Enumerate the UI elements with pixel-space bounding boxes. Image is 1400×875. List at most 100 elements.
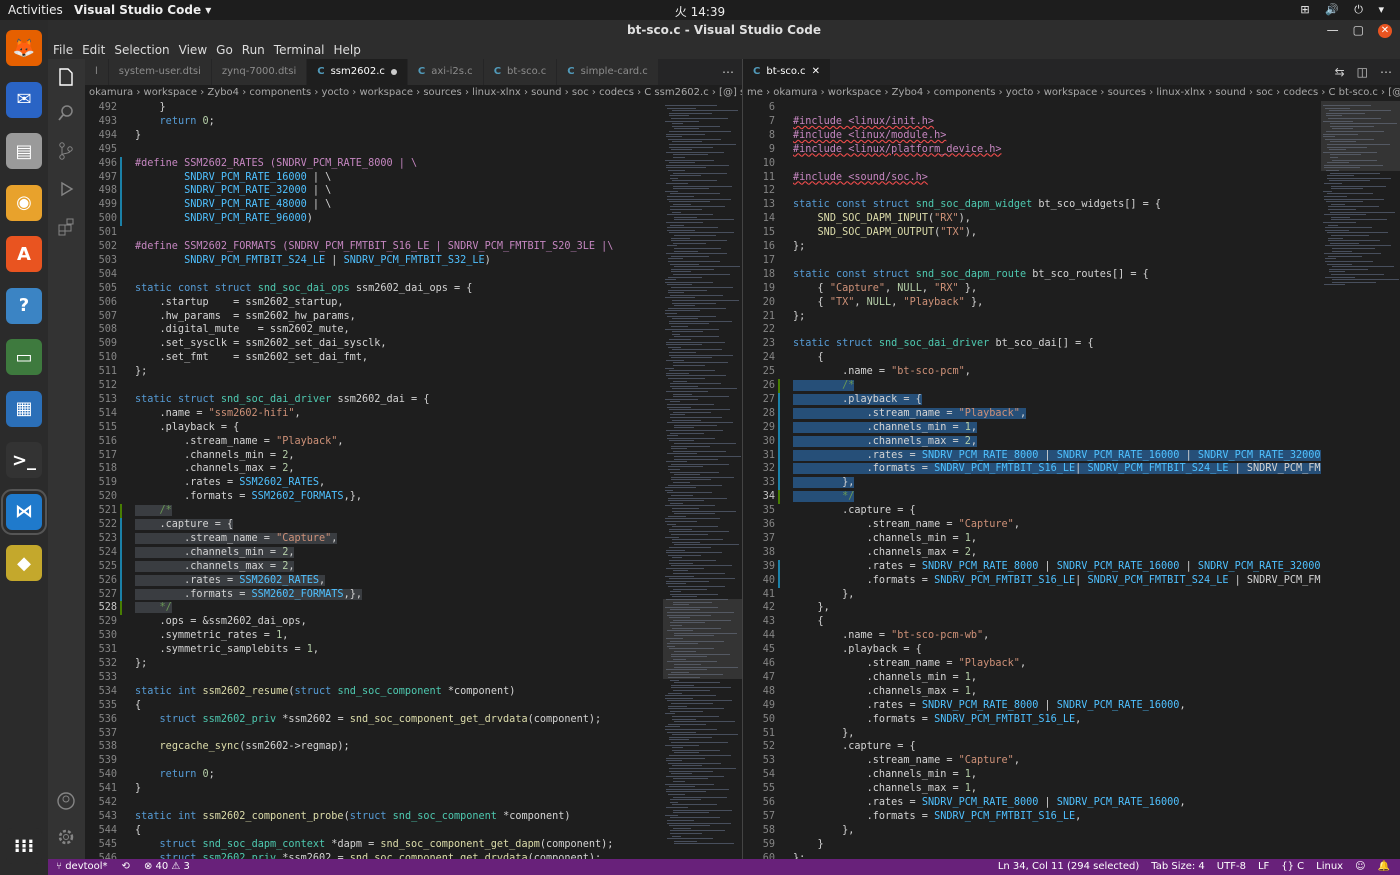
code-line[interactable]: 19 { "Capture", NULL, "RX" }, <box>743 282 1321 296</box>
code-line[interactable]: 517 .channels_min = 2, <box>85 449 663 463</box>
vivado-icon[interactable]: ◆ <box>6 545 42 581</box>
code-line[interactable]: 521 /* <box>85 504 663 519</box>
thunderbird-icon[interactable]: ✉ <box>6 81 42 118</box>
code-line[interactable]: 535 { <box>85 699 663 713</box>
code-line[interactable]: 500 SNDRV_PCM_RATE_96000) <box>85 212 663 227</box>
code-line[interactable]: 512 <box>85 379 663 393</box>
code-line[interactable]: 520 .formats = SSM2602_FORMATS,}, <box>85 490 663 504</box>
code-line[interactable]: 492 } <box>85 101 663 115</box>
code-line[interactable]: 538 regcache_sync(ssm2602->regmap); <box>85 740 663 754</box>
code-line[interactable]: 12 <box>743 184 1321 198</box>
code-editor-left[interactable]: 492 } 493 return 0; 494} 495 496 #define SSM2… <box>85 101 663 859</box>
code-line[interactable]: 534 static int ssm2602_resume(struct snd_… <box>85 685 663 699</box>
code-line[interactable]: 526 .rates = SSM2602_RATES, <box>85 573 663 588</box>
code-line[interactable]: 498 SNDRV_PCM_RATE_32000 | \ <box>85 184 663 199</box>
code-line[interactable]: 22 <box>743 323 1321 337</box>
code-line[interactable]: 53 .stream_name = "Capture", <box>743 754 1321 768</box>
system-tray[interactable]: ⊞ 🔊 ⏻ ▾ <box>1300 3 1390 17</box>
breadcrumb[interactable]: me › okamura › workspace › Zybo4 › compo… <box>743 85 1400 101</box>
code-line[interactable]: 7 #include <linux/init.h> <box>743 115 1321 129</box>
menu-selection[interactable]: Selection <box>114 43 169 57</box>
code-line[interactable]: 509 .set_sysclk = ssm2602_set_dai_sysclk… <box>85 337 663 351</box>
explorer-icon[interactable] <box>54 65 78 89</box>
extensions-icon[interactable] <box>54 215 78 239</box>
code-line[interactable]: 39 .rates = SNDRV_PCM_RATE_8000 | SNDRV_… <box>743 559 1321 574</box>
code-line[interactable]: 42 }, <box>743 601 1321 615</box>
tab-bt-sco-c[interactable]: Cbt-sco.c <box>483 59 558 85</box>
tab-bt-sco-c[interactable]: Cbt-sco.c ✕ <box>743 59 831 85</box>
code-line[interactable]: 508 .digital_mute = ssm2602_mute, <box>85 323 663 337</box>
code-line[interactable]: 60}; <box>743 852 1321 859</box>
code-line[interactable]: 523 .stream_name = "Capture", <box>85 531 663 546</box>
code-line[interactable]: 503 SNDRV_PCM_FMTBIT_S24_LE | SNDRV_PCM_… <box>85 254 663 268</box>
menu-terminal[interactable]: Terminal <box>274 43 325 57</box>
tab-l[interactable]: l <box>85 59 109 85</box>
code-line[interactable]: 525 .channels_max = 2, <box>85 559 663 574</box>
problems-indicator[interactable]: ⊗ 40 ⚠ 3 <box>144 859 190 875</box>
code-line[interactable]: 16}; <box>743 240 1321 254</box>
code-line[interactable]: 543 static int ssm2602_component_probe(st… <box>85 810 663 824</box>
code-line[interactable]: 35 .capture = { <box>743 504 1321 518</box>
menu-edit[interactable]: Edit <box>82 43 105 57</box>
serial-port-icon[interactable]: ▭ <box>6 339 42 375</box>
cursor-position[interactable]: Ln 34, Col 11 (294 selected) <box>998 859 1139 875</box>
code-line[interactable]: 506 .startup = ssm2602_startup, <box>85 296 663 310</box>
vscode-icon[interactable]: ⋈ <box>1 488 47 535</box>
menu-file[interactable]: File <box>53 43 73 57</box>
code-line[interactable]: 56 .rates = SNDRV_PCM_RATE_8000 | SNDRV_… <box>743 796 1321 810</box>
code-line[interactable]: 497 SNDRV_PCM_RATE_16000 | \ <box>85 170 663 185</box>
code-line[interactable]: 59 } <box>743 838 1321 852</box>
code-line[interactable]: 37 .channels_min = 1, <box>743 532 1321 546</box>
language-mode[interactable]: {} C <box>1281 859 1304 875</box>
code-line[interactable]: 44 .name = "bt-sco-pcm-wb", <box>743 629 1321 643</box>
code-line[interactable]: 524 .channels_min = 2, <box>85 545 663 560</box>
code-line[interactable]: 493 return 0; <box>85 115 663 129</box>
code-line[interactable]: 28 .stream_name = "Playback", <box>743 406 1321 421</box>
code-line[interactable]: 532}; <box>85 657 663 671</box>
code-line[interactable]: 11 #include <sound/soc.h> <box>743 171 1321 185</box>
help-icon[interactable]: ? <box>6 287 42 324</box>
code-line[interactable]: 34 */ <box>743 490 1321 505</box>
minimap-right[interactable] <box>1321 101 1400 859</box>
code-line[interactable]: 30 .channels_max = 2, <box>743 434 1321 449</box>
menu-go[interactable]: Go <box>216 43 233 57</box>
firefox-icon[interactable]: 🦊 <box>6 30 42 66</box>
code-line[interactable]: 507 .hw_params = ssm2602_hw_params, <box>85 310 663 324</box>
code-line[interactable]: 58 }, <box>743 824 1321 838</box>
code-line[interactable]: 48 .channels_max = 1, <box>743 685 1321 699</box>
code-line[interactable]: 31 .rates = SNDRV_PCM_RATE_8000 | SNDRV_… <box>743 448 1321 463</box>
encoding[interactable]: UTF-8 <box>1217 859 1246 875</box>
code-line[interactable]: 530 .symmetric_rates = 1, <box>85 629 663 643</box>
split-editor-icon[interactable]: ◫ <box>1357 65 1368 79</box>
code-line[interactable]: 542 <box>85 796 663 810</box>
code-line[interactable]: 55 .channels_max = 1, <box>743 782 1321 796</box>
breadcrumb[interactable]: okamura › workspace › Zybo4 › components… <box>85 85 742 101</box>
tab-system-user-dtsi[interactable]: system-user.dtsi <box>108 59 212 85</box>
code-line[interactable]: 20 { "TX", NULL, "Playback" }, <box>743 296 1321 310</box>
minimap-viewport[interactable] <box>663 599 742 679</box>
code-line[interactable]: 522 .capture = { <box>85 518 663 532</box>
run-debug-icon[interactable] <box>54 177 78 201</box>
code-line[interactable]: 505 static const struct snd_soc_dai_ops s… <box>85 282 663 296</box>
code-line[interactable]: 527 .formats = SSM2602_FORMATS,}, <box>85 587 663 602</box>
code-editor-right[interactable]: 6 7 #include <linux/init.h> 8 #include <linu… <box>743 101 1321 859</box>
code-line[interactable]: 51 }, <box>743 727 1321 741</box>
code-line[interactable]: 495 <box>85 143 663 157</box>
code-line[interactable]: 504 <box>85 268 663 282</box>
code-line[interactable]: 46 .stream_name = "Playback", <box>743 657 1321 671</box>
code-line[interactable]: 494} <box>85 129 663 143</box>
code-line[interactable]: 32 .formats = SNDRV_PCM_FMTBIT_S16_LE| S… <box>743 462 1321 477</box>
code-line[interactable]: 27 .playback = { <box>743 392 1321 407</box>
code-line[interactable]: 47 .channels_min = 1, <box>743 671 1321 685</box>
search-icon[interactable] <box>54 101 78 125</box>
clock[interactable]: 火 14:39 <box>0 3 1400 20</box>
code-line[interactable]: 17 <box>743 254 1321 268</box>
sync-icon[interactable]: ⟲ <box>122 859 130 875</box>
code-line[interactable]: 49 .rates = SNDRV_PCM_RATE_8000 | SNDRV_… <box>743 699 1321 713</box>
files-icon[interactable]: ▤ <box>6 133 42 169</box>
code-line[interactable]: 54 .channels_min = 1, <box>743 768 1321 782</box>
os-indicator[interactable]: Linux <box>1316 859 1343 875</box>
minimize-icon[interactable]: — <box>1327 20 1339 41</box>
code-line[interactable]: 533 <box>85 671 663 685</box>
code-line[interactable]: 14 SND_SOC_DAPM_INPUT("RX"), <box>743 212 1321 226</box>
